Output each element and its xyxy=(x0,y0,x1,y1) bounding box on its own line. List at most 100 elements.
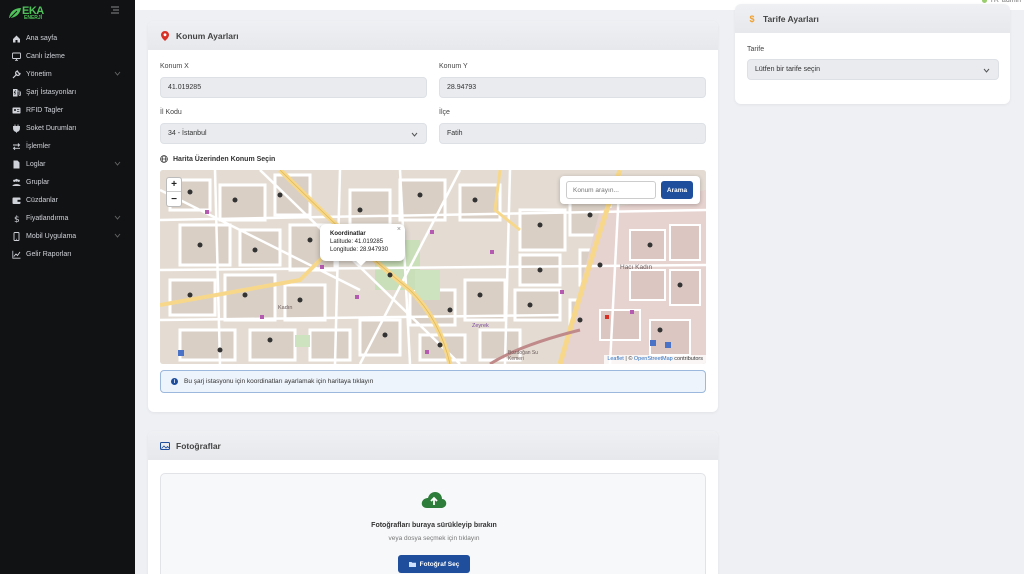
select-photo-button[interactable]: Fotoğraf Seç xyxy=(398,555,470,573)
sidebar-item-label: Yönetim xyxy=(26,70,52,78)
zoom-control: + − xyxy=(166,177,182,207)
konum-y-label: Konum Y xyxy=(439,63,468,70)
photos-title: Fotoğraflar xyxy=(176,440,221,451)
popup-latitude: Latitude: 41.019285 xyxy=(330,239,384,245)
attrib-sep: | © xyxy=(623,356,634,362)
chevron-down-icon xyxy=(114,71,121,76)
location-card: Konum Ayarları Konum X 41.019285 Konum Y… xyxy=(148,21,718,412)
users-icon xyxy=(12,178,21,187)
ilce-label: İlçe xyxy=(439,109,450,116)
photos-card: Fotoğraflar Fotoğrafları buraya sürükley… xyxy=(148,431,718,574)
sidebar-item[interactable]: Cüzdanlar xyxy=(0,191,135,209)
il-kodu-label: İl Kodu xyxy=(160,109,182,116)
chevron-down-icon xyxy=(114,233,121,238)
sidebar-item[interactable]: Ana sayfa xyxy=(0,29,135,47)
map-search-button[interactable]: Arama xyxy=(661,181,693,199)
tariff-label: Tarife xyxy=(747,46,765,53)
sidebar-item[interactable]: Yönetim xyxy=(0,65,135,83)
photos-card-header: Fotoğraflar xyxy=(148,431,718,460)
popup-close-button[interactable]: × xyxy=(397,226,401,234)
sidebar-item-label: RFID Tagler xyxy=(26,106,64,114)
sidebar-item-label: İşlemler xyxy=(26,142,51,150)
tariff-select[interactable]: Lütfen bir tarife seçin xyxy=(747,59,999,80)
location-title: Konum Ayarları xyxy=(176,30,239,41)
file-icon xyxy=(12,160,21,169)
tariff-card-header: $ Tarife Ayarları xyxy=(735,4,1010,33)
sidebar-item[interactable]: Soket Durumları xyxy=(0,119,135,137)
map-section-title: Harita Üzerinden Konum Seçin xyxy=(160,155,275,163)
exchange-icon xyxy=(12,142,21,151)
sidebar-item-label: Fiyatlandırma xyxy=(26,214,69,222)
mobile-icon xyxy=(12,231,21,241)
konum-x-input[interactable]: 41.019285 xyxy=(160,77,427,98)
wallet-icon xyxy=(12,196,21,205)
folder-icon xyxy=(408,562,416,567)
konum-y-input[interactable]: 28.94793 xyxy=(439,77,706,98)
map-pin-icon xyxy=(160,30,170,41)
tariff-title: Tarife Ayarları xyxy=(763,13,819,24)
map-title: Harita Üzerinden Konum Seçin xyxy=(173,155,276,163)
svg-text:$: $ xyxy=(14,215,20,223)
dropzone-subtitle: veya dosya seçmek için tıklayın xyxy=(388,535,480,542)
monitor-icon xyxy=(12,52,21,61)
globe-icon xyxy=(160,155,168,163)
sidebar-item[interactable]: Şarj İstasyonları xyxy=(0,83,135,101)
sidebar-item[interactable]: İşlemler xyxy=(0,137,135,155)
konum-y-value: 28.94793 xyxy=(447,84,477,91)
status-dot-icon xyxy=(981,0,987,3)
sidebar-item[interactable]: RFID Tagler xyxy=(0,101,135,119)
wrench-icon xyxy=(12,69,21,79)
sidebar-item-label: Gelir Raporları xyxy=(26,250,72,258)
sidebar-item[interactable]: Gruplar xyxy=(0,173,135,191)
map-label: Bozdoğan Su Kemeri xyxy=(508,350,539,362)
coordinates-popup: × Koordinatlar Latitude: 41.019285 Longi… xyxy=(320,224,405,266)
charging-station-icon xyxy=(12,88,21,97)
map-info-alert: i Bu şarj istasyonu için koordinatları a… xyxy=(160,370,706,393)
map-label: Hacı Kadın xyxy=(620,264,653,271)
dollar-icon: $ xyxy=(12,214,21,223)
menu-collapse-icon[interactable] xyxy=(110,6,120,14)
zoom-out-button[interactable]: − xyxy=(167,192,181,206)
ilce-input[interactable]: Fatih xyxy=(439,123,706,144)
chevron-down-icon xyxy=(983,68,990,73)
sidebar-item-label: Cüzdanlar xyxy=(26,196,58,204)
attrib-rest: contributors xyxy=(672,356,703,362)
sidebar-item[interactable]: $ Fiyatlandırma xyxy=(0,209,135,227)
il-kodu-value: 34 - İstanbul xyxy=(168,130,207,137)
photo-dropzone[interactable]: Fotoğrafları buraya sürükleyip bırakın v… xyxy=(160,473,706,574)
map-label: Zeyrek xyxy=(472,323,489,329)
location-card-header: Konum Ayarları xyxy=(148,21,718,50)
sidebar-item[interactable]: Canlı İzleme xyxy=(0,47,135,65)
home-icon xyxy=(12,34,21,43)
map-search-input[interactable]: Konum arayın... xyxy=(566,181,656,199)
map-search: Konum arayın... Arama xyxy=(560,176,700,204)
logo[interactable]: EKA ENERJİ xyxy=(8,4,58,22)
sidebar-item[interactable]: Gelir Raporları xyxy=(0,245,135,263)
sidebar-item-label: Şarj İstasyonları xyxy=(26,88,77,96)
ilce-value: Fatih xyxy=(447,130,463,137)
popup-tip xyxy=(356,261,366,266)
select-photo-label: Fotoğraf Seç xyxy=(419,560,460,568)
sidebar-item-label: Loglar xyxy=(26,160,46,168)
plug-icon xyxy=(12,124,21,133)
sidebar-item[interactable]: Loglar xyxy=(0,155,135,173)
chart-line-icon xyxy=(12,250,21,259)
sidebar-nav: Ana sayfa Canlı İzleme Yönetim Şarj İstasyo… xyxy=(0,29,135,263)
dropzone-title: Fotoğrafları buraya sürükleyip bırakın xyxy=(371,522,497,529)
brand-sub: ENERJİ xyxy=(24,15,43,21)
cloud-upload-icon xyxy=(421,492,447,508)
dollar-icon: $ xyxy=(749,13,755,24)
il-kodu-select[interactable]: 34 - İstanbul xyxy=(160,123,427,144)
osm-link[interactable]: OpenStreetMap xyxy=(634,356,673,362)
tariff-select-value: Lütfen bir tarife seçin xyxy=(755,66,820,73)
sidebar-item-label: Soket Durumları xyxy=(26,124,77,132)
id-card-icon xyxy=(12,106,21,115)
zoom-in-button[interactable]: + xyxy=(167,178,181,192)
leaf-icon xyxy=(9,8,21,19)
sidebar-item[interactable]: Mobil Uygulama xyxy=(0,227,135,245)
chevron-down-icon xyxy=(411,132,418,137)
konum-x-value: 41.019285 xyxy=(168,84,202,91)
images-icon xyxy=(160,441,170,451)
leaflet-link[interactable]: Leaflet xyxy=(607,356,624,362)
location-map[interactable]: Hacı Kadın Zeyrek Bozdoğan Su Kemeri Kad… xyxy=(160,170,706,364)
